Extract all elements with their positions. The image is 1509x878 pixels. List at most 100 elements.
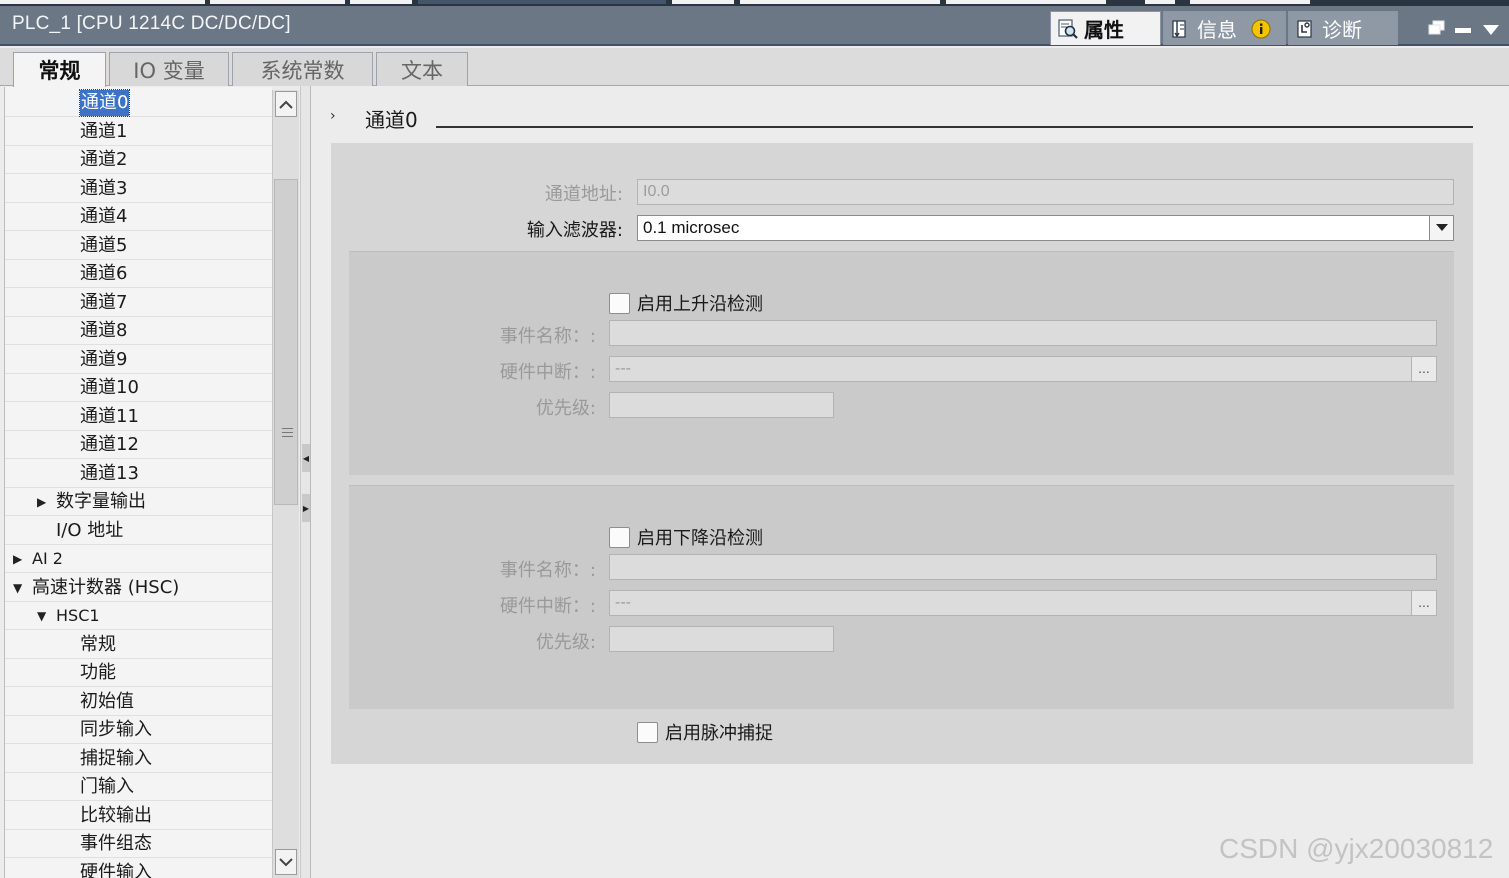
tree-item-label: 初始值 [80, 690, 134, 712]
expand-right-icon[interactable]: ▶ [37, 488, 46, 516]
rising-edge-checkbox[interactable] [609, 292, 630, 314]
tree-item-label: I/O 地址 [56, 519, 124, 541]
tree-item[interactable]: 通道10 [5, 374, 272, 402]
tree-item[interactable]: 通道8 [5, 317, 272, 345]
restore-window-icon[interactable] [1428, 20, 1446, 36]
tab-diagnostics-label: 诊断 [1322, 18, 1362, 42]
falling-priority-field [609, 626, 834, 652]
dropdown-arrow-icon [1435, 224, 1448, 231]
expand-right-icon[interactable]: ▶ [302, 494, 310, 522]
input-filter-dropdown-button[interactable] [1429, 216, 1453, 240]
expand-right-icon[interactable]: ▶ [13, 545, 22, 573]
rising-priority-label: 优先级: [535, 398, 596, 419]
tree-item[interactable]: 门输入 [5, 773, 272, 801]
tree-item-label: 通道6 [80, 263, 128, 284]
tree-item[interactable]: 比较输出 [5, 802, 272, 830]
tree-item[interactable]: 捕捉输入 [5, 745, 272, 773]
collapse-arrow-icon[interactable] [1482, 24, 1500, 36]
expand-down-icon[interactable]: ▼ [37, 602, 46, 630]
tab-io-tags[interactable]: IO 变量 [109, 52, 229, 86]
tab-diagnostics[interactable]: 诊断 [1288, 11, 1398, 45]
tree-item[interactable]: 通道12 [5, 431, 272, 459]
tree-item-label: AI 2 [32, 549, 63, 568]
title-bar: PLC_1 [CPU 1214C DC/DC/DC] 属性 信息 诊断 [0, 6, 1509, 46]
tree-item[interactable]: 事件组态 [5, 830, 272, 858]
tree-item[interactable]: 通道1 [5, 118, 272, 146]
rising-hw-interrupt-value: --- [615, 360, 631, 377]
tree-item-label: 通道7 [80, 291, 128, 313]
tree-item[interactable]: 功能 [5, 659, 272, 687]
falling-event-name-label: 事件名称：: [499, 560, 596, 581]
tree-item[interactable]: ▶ AI 2 [5, 545, 272, 573]
channel-form-panel: 通道地址: I0.0 输入滤波器: 0.1 microsec 启用上升沿检测 事… [331, 143, 1473, 764]
tree-item[interactable]: 通道11 [5, 403, 272, 431]
tree-item[interactable]: 通道9 [5, 346, 272, 374]
falling-edge-checkbox[interactable] [609, 526, 630, 548]
tab-properties[interactable]: 属性 [1050, 11, 1161, 45]
tree-item-label: 通道9 [80, 348, 128, 370]
tree-item-label: 功能 [80, 662, 116, 683]
tab-info[interactable]: 信息 [1163, 11, 1286, 45]
falling-edge-panel: 启用下降沿检测 事件名称：: 硬件中断：: --- ... 优先级: [349, 485, 1454, 709]
tree-item[interactable]: ▼ 高速计数器 (HSC) [5, 574, 272, 602]
tab-general[interactable]: 常规 [13, 52, 106, 87]
tree-item[interactable]: 通道2 [5, 146, 272, 174]
minimize-icon[interactable] [1455, 28, 1471, 34]
tree-item[interactable]: ▶ 数字量输出 [5, 488, 272, 516]
tree-item-label: 同步输入 [80, 719, 152, 740]
tree-item-label: 通道13 [80, 462, 139, 484]
properties-magnifier-icon [1058, 18, 1078, 39]
tree-item[interactable]: 通道5 [5, 232, 272, 260]
pulse-catch-option[interactable]: 启用脉冲捕捉 [637, 719, 773, 745]
tab-system-constants[interactable]: 系统常数 [232, 52, 373, 86]
scroll-down-button[interactable] [275, 849, 297, 875]
rising-edge-label: 启用上升沿检测 [637, 294, 763, 315]
tree-item[interactable]: 通道0 [5, 89, 272, 117]
tree-item[interactable]: 同步输入 [5, 716, 272, 744]
collapse-left-icon[interactable]: ◀ [302, 444, 310, 472]
falling-edge-label: 启用下降沿检测 [637, 528, 763, 549]
tree-item-label: HSC1 [56, 606, 100, 625]
tree-item[interactable]: ▼ HSC1 [5, 602, 272, 630]
tree-item[interactable]: 初始值 [5, 688, 272, 716]
section-title: 通道0 [365, 108, 418, 132]
tree-item-label: 通道1 [80, 120, 128, 142]
section-header: › 通道0 [330, 104, 1473, 132]
pulse-catch-checkbox[interactable] [637, 721, 658, 743]
falling-hw-interrupt-browse-button: ... [1411, 590, 1437, 616]
rising-edge-option[interactable]: 启用上升沿检测 [609, 290, 763, 316]
tree-item-label: 数字量输出 [56, 491, 146, 512]
tree-item-label: 高速计数器 (HSC) [32, 576, 180, 598]
scroll-thumb[interactable] [274, 179, 298, 505]
tree-item-label: 通道10 [80, 377, 139, 398]
section-divider [436, 126, 1473, 128]
expand-down-icon[interactable]: ▼ [13, 574, 22, 602]
tree-item[interactable]: 通道4 [5, 203, 272, 231]
tree-scrollbar[interactable] [272, 90, 299, 878]
falling-edge-option[interactable]: 启用下降沿检测 [609, 524, 763, 550]
scroll-up-button[interactable] [275, 91, 297, 117]
falling-hw-interrupt-field: --- ... [609, 590, 1437, 616]
chevron-up-icon [279, 100, 293, 109]
tab-texts[interactable]: 文本 [376, 52, 468, 86]
navigation-tree: 通道0 通道1 通道2 通道3 通道4 通道5 通道6 通道7 通道8 通道9 通道10 通道11 通道… [4, 87, 272, 878]
tree-item-label: 通道11 [80, 405, 139, 427]
property-tab-row: 常规 IO 变量 系统常数 文本 [0, 48, 1509, 87]
tab-properties-label: 属性 [1084, 18, 1124, 42]
chevron-right-icon[interactable]: › [330, 108, 336, 124]
tree-item[interactable]: 通道7 [5, 289, 272, 317]
input-filter-select[interactable]: 0.1 microsec [637, 215, 1454, 241]
tree-item[interactable]: 常规 [5, 631, 272, 659]
pane-splitter[interactable]: ◀ ▶ [300, 86, 311, 878]
tree-item-label: 比较输出 [80, 804, 152, 826]
watermark: CSDN @yjx20030812 [1219, 833, 1494, 864]
tree-item[interactable]: 通道13 [5, 460, 272, 488]
tree-item[interactable]: 通道6 [5, 260, 272, 288]
tree-item[interactable]: 硬件输入 [5, 859, 272, 878]
tree-item-label: 通道2 [80, 149, 128, 170]
tree-item-label: 捕捉输入 [80, 747, 152, 769]
input-filter-value: 0.1 microsec [643, 218, 740, 237]
tree-item[interactable]: I/O 地址 [5, 517, 272, 545]
tree-item[interactable]: 通道3 [5, 175, 272, 203]
chevron-down-icon [279, 857, 293, 866]
